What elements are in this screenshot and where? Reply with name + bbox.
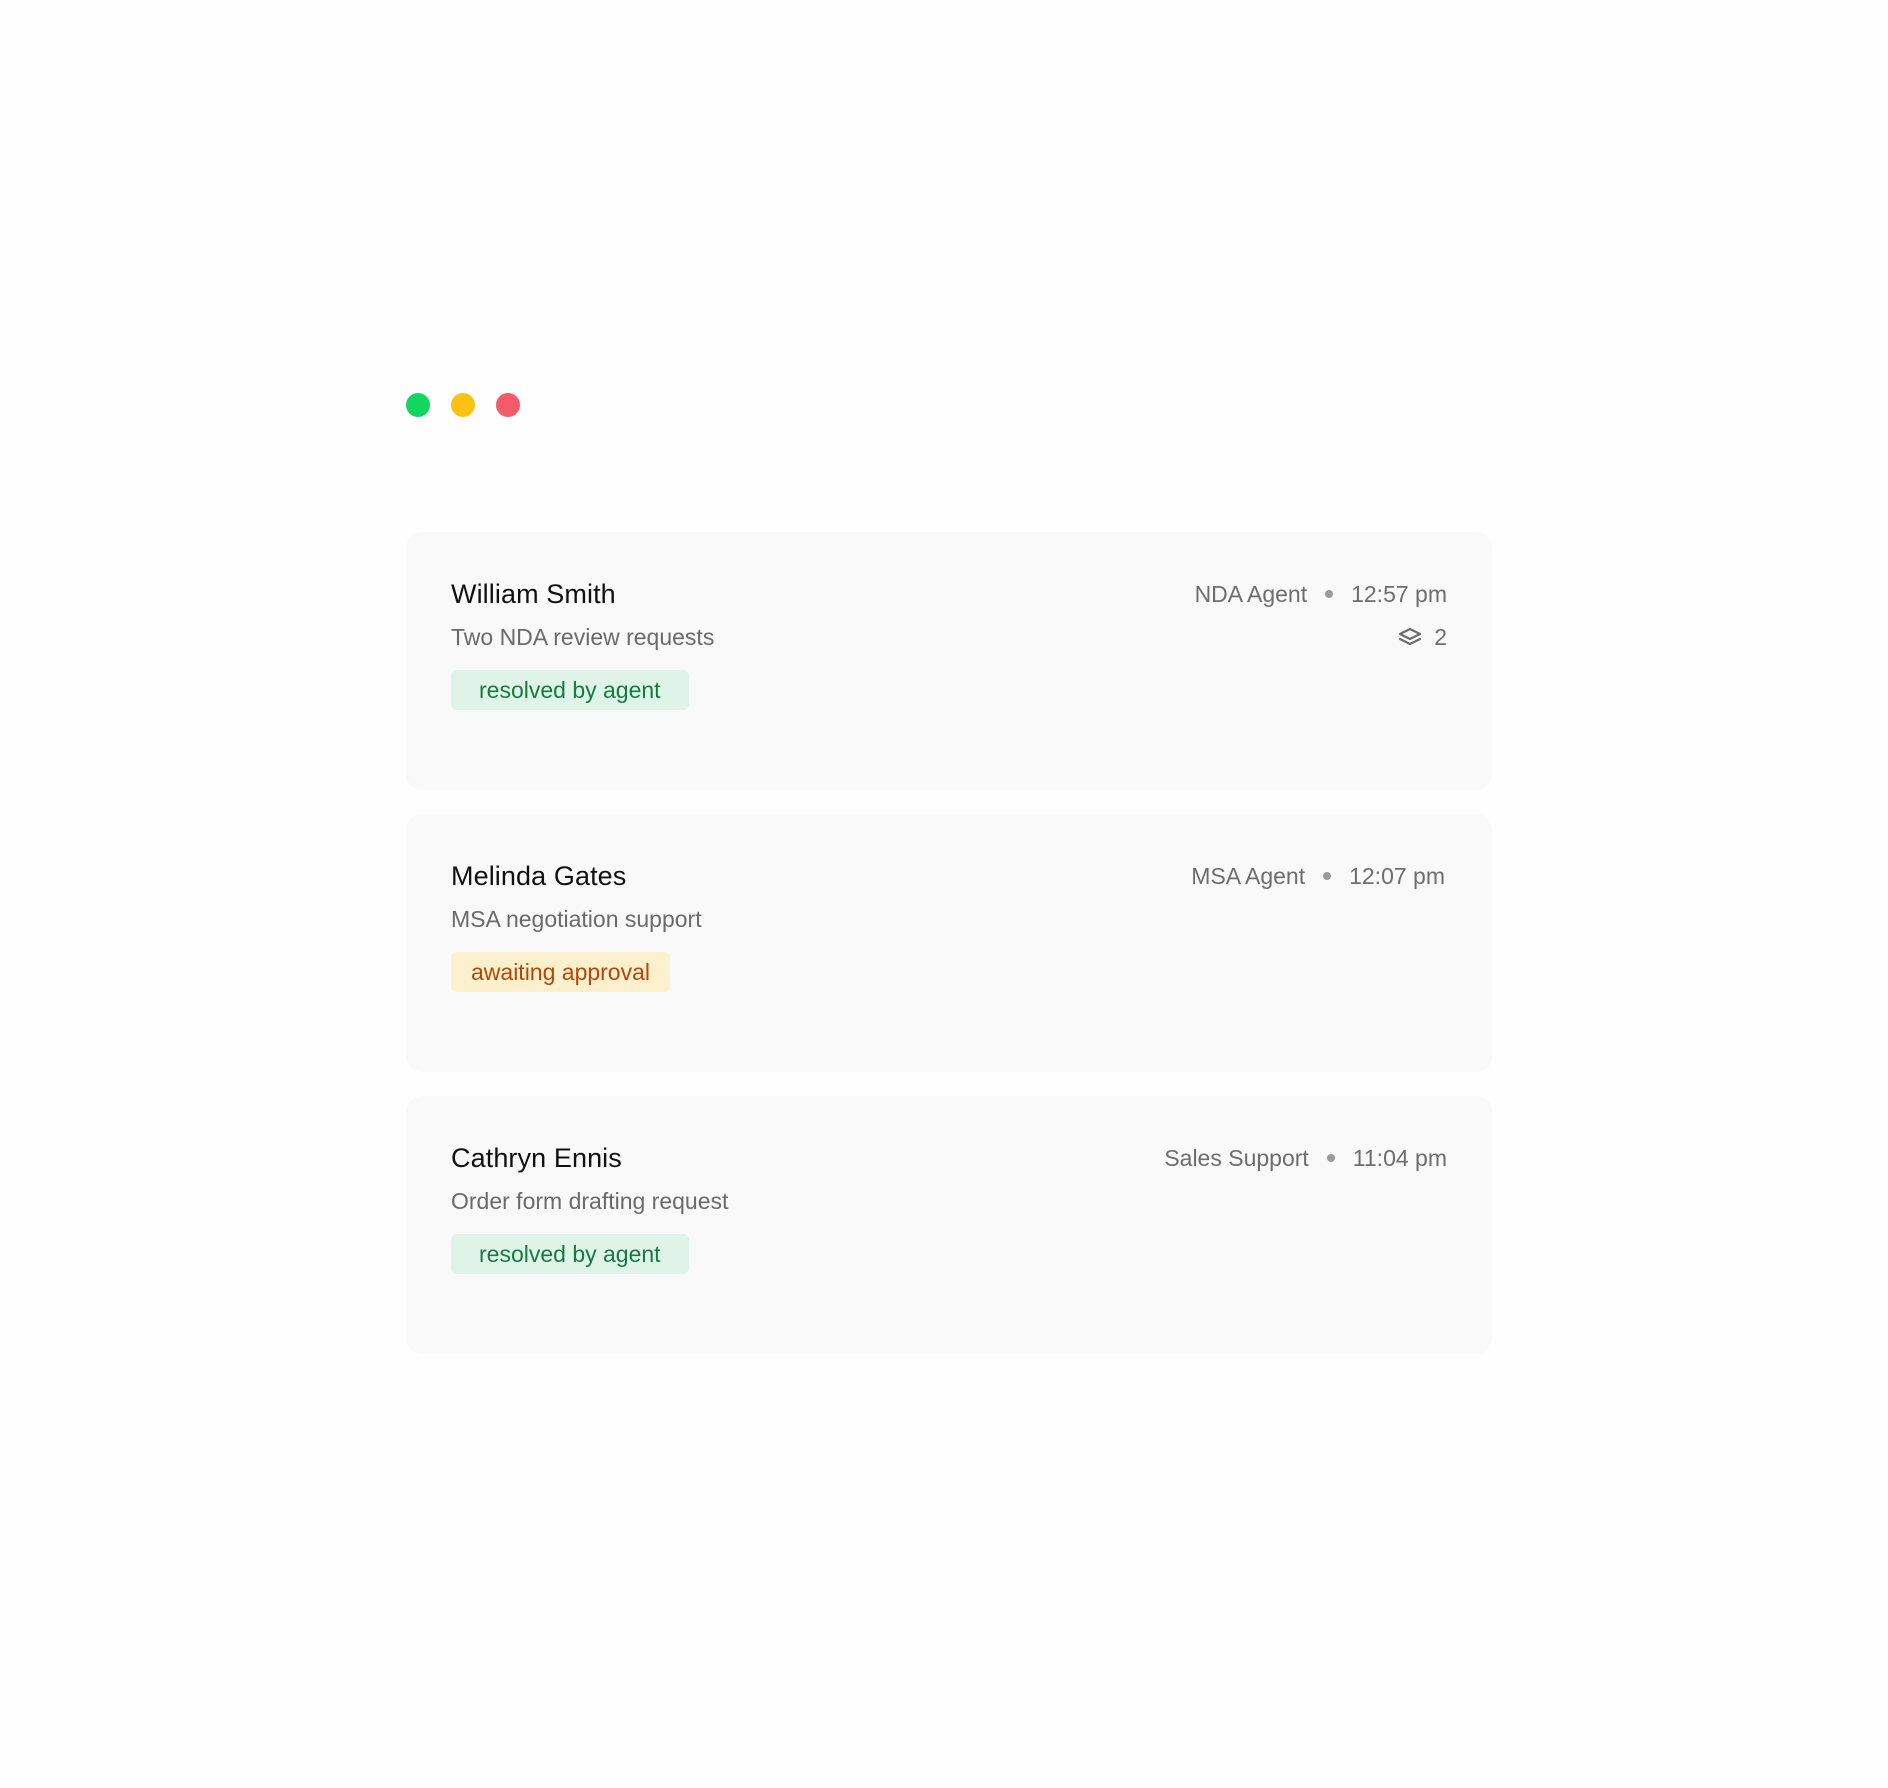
status-badge: resolved by agent [451,670,689,710]
separator-dot [1323,872,1332,880]
conversation-list: William Smith NDA Agent 12:57 pm Two NDA… [406,532,1492,1354]
status-badge: awaiting approval [451,952,671,992]
conversation-card[interactable]: Cathryn Ennis Sales Support 11:04 pm Ord… [406,1096,1492,1354]
requester-name: William Smith [451,578,616,609]
conversation-summary: MSA negotiation support [451,905,702,932]
agent-name: MSA Agent [1191,862,1306,889]
attachment-count: 2 [1398,624,1447,651]
requester-name: Melinda Gates [451,860,627,891]
conversation-summary: Order form drafting request [451,1187,729,1214]
conversation-meta: Sales Support 11:04 pm [1164,1145,1447,1172]
timestamp: 12:07 pm [1349,862,1445,889]
agent-name: NDA Agent [1194,580,1308,607]
timestamp: 12:57 pm [1351,580,1447,607]
window-controls [406,393,520,417]
requester-name: Cathryn Ennis [451,1142,622,1173]
conversation-meta: MSA Agent 12:07 pm [1191,863,1445,890]
conversation-card[interactable]: William Smith NDA Agent 12:57 pm Two NDA… [406,532,1492,790]
separator-dot [1325,590,1334,598]
layers-icon [1399,627,1422,646]
close-button[interactable] [496,393,520,417]
status-badge: resolved by agent [451,1234,689,1274]
timestamp: 11:04 pm [1352,1144,1447,1171]
conversation-card[interactable]: Melinda Gates MSA Agent 12:07 pm MSA neg… [406,814,1492,1072]
maximize-button[interactable] [406,393,430,417]
conversation-summary: Two NDA review requests [451,623,715,650]
agent-name: Sales Support [1164,1144,1309,1171]
conversation-meta: NDA Agent 12:57 pm [1195,581,1447,608]
minimize-button[interactable] [451,393,475,417]
separator-dot [1326,1154,1335,1162]
attachment-count-value: 2 [1434,623,1447,650]
